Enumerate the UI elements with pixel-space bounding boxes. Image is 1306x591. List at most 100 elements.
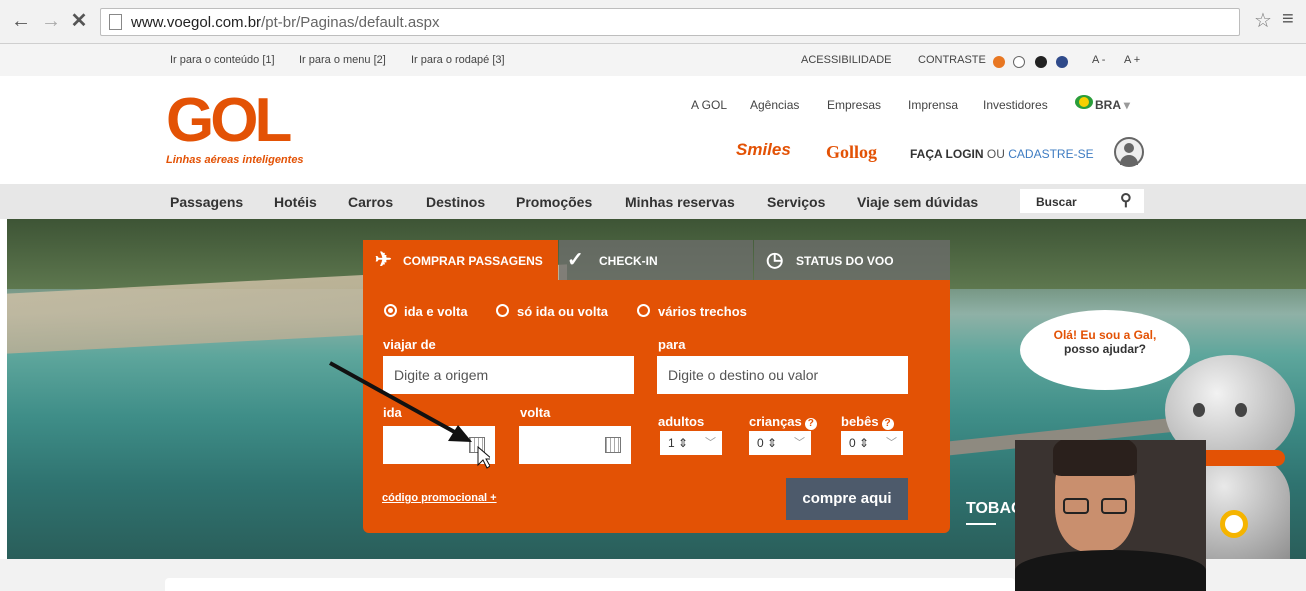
children-select[interactable]: 0 ⇕ ﹀ <box>749 431 811 455</box>
radio-varios-trechos[interactable] <box>637 304 650 317</box>
chevron-down-icon: ▾ <box>1120 98 1130 112</box>
country-selector[interactable]: BRA ▾ <box>1095 98 1130 112</box>
chevron-down-icon: ﹀ <box>886 437 897 449</box>
font-increase-button[interactable]: A + <box>1124 54 1140 66</box>
skip-to-content-link[interactable]: Ir para o conteúdo [1] <box>170 54 275 66</box>
children-label-wrap: crianças? <box>749 414 817 430</box>
adults-select[interactable]: 1 ⇕ ﹀ <box>660 431 722 455</box>
country-code: BRA <box>1095 98 1121 112</box>
user-avatar-icon[interactable] <box>1114 137 1144 167</box>
contrast-white-option[interactable] <box>1013 56 1025 68</box>
contrast-blue-option[interactable] <box>1056 56 1068 68</box>
presenter-shirt <box>1015 550 1206 591</box>
accessibility-bar: Ir para o conteúdo [1] Ir para o menu [2… <box>0 44 1306 76</box>
chatbot-greeting: Olá! Eu sou a Gal, <box>1053 328 1157 342</box>
or-text: OU <box>986 147 1005 161</box>
mascot-eye <box>1235 403 1247 417</box>
skip-to-footer-link[interactable]: Ir para o rodapé [3] <box>411 54 505 66</box>
help-icon[interactable]: ? <box>881 418 894 430</box>
trip-type-varios-trechos[interactable]: vários trechos <box>658 304 747 319</box>
menu-item-minhas-reservas[interactable]: Minhas reservas <box>625 194 735 210</box>
tab-status-do-voo[interactable]: ◷ STATUS DO VOO <box>754 240 950 280</box>
tab-comprar-passagens[interactable]: ✈ COMPRAR PASSAGENS <box>363 240 558 280</box>
login-link[interactable]: FAÇA LOGIN <box>910 147 984 161</box>
help-icon[interactable]: ? <box>804 418 817 430</box>
link-a-gol[interactable]: A GOL <box>691 98 727 112</box>
close-icon[interactable]: ✕ <box>68 10 90 32</box>
buy-button[interactable]: compre aqui <box>786 478 908 520</box>
tab-label: STATUS DO VOO <box>796 254 894 268</box>
airplane-icon: ✈ <box>375 249 392 271</box>
babies-select[interactable]: 0 ⇕ ﹀ <box>841 431 903 455</box>
glasses-right <box>1101 498 1127 514</box>
glasses-left <box>1063 498 1089 514</box>
back-icon[interactable]: ← <box>10 10 32 32</box>
menu-item-carros[interactable]: Carros <box>348 194 393 210</box>
calendar-icon[interactable] <box>605 437 621 453</box>
skip-to-menu-link[interactable]: Ir para o menu [2] <box>299 54 386 66</box>
browser-menu-icon[interactable]: ≡ <box>1282 8 1294 31</box>
link-investidores[interactable]: Investidores <box>983 98 1048 112</box>
tab-label: CHECK-IN <box>599 254 658 268</box>
bookmark-star-icon[interactable]: ☆ <box>1254 8 1272 33</box>
babies-label-wrap: bebês? <box>841 414 894 430</box>
menu-item-passagens[interactable]: Passagens <box>170 194 243 210</box>
radio-ida-e-volta[interactable] <box>384 304 397 317</box>
font-decrease-button[interactable]: A - <box>1092 54 1105 66</box>
chatbot-offer: posso ajudar? <box>1063 342 1146 356</box>
menu-item-viaje-sem-duvidas[interactable]: Viaje sem dúvidas <box>857 194 978 210</box>
contrast-label: CONTRASTE <box>918 54 986 66</box>
destination-label: para <box>658 337 686 352</box>
url-text: www.voegol.com.br/pt-br/Paginas/default.… <box>131 14 440 31</box>
menu-item-destinos[interactable]: Destinos <box>426 194 485 210</box>
return-date-input[interactable] <box>519 426 631 464</box>
browser-toolbar: ← → ✕ www.voegol.com.br/pt-br/Paginas/de… <box>0 0 1306 44</box>
search-input[interactable]: Buscar ⚲ <box>1020 189 1144 213</box>
trip-type-ida-e-volta[interactable]: ida e volta <box>404 304 468 319</box>
children-label: crianças <box>749 414 802 429</box>
check-circle-icon: ✓ <box>567 249 584 271</box>
link-empresas[interactable]: Empresas <box>827 98 881 112</box>
return-label: volta <box>520 405 551 420</box>
menu-item-servicos[interactable]: Serviços <box>767 194 825 210</box>
page-icon <box>109 14 122 30</box>
adults-value: 1 <box>668 436 675 450</box>
babies-value: 0 <box>849 436 856 450</box>
accessibility-link[interactable]: ACESSIBILIDADE <box>801 54 891 66</box>
logo-wordmark: GOL <box>166 86 292 155</box>
register-link[interactable]: CADASTRE-SE <box>1008 147 1093 161</box>
origin-label: viajar de <box>383 337 436 352</box>
address-bar[interactable]: www.voegol.com.br/pt-br/Paginas/default.… <box>100 8 1240 36</box>
mascot-eye <box>1193 403 1205 417</box>
contrast-black-option[interactable] <box>1035 56 1047 68</box>
babies-label: bebês <box>841 414 879 429</box>
tab-label: COMPRAR PASSAGENS <box>403 254 543 268</box>
search-icon[interactable]: ⚲ <box>1120 190 1132 210</box>
children-value: 0 <box>757 436 764 450</box>
search-label: Buscar <box>1036 195 1077 209</box>
gollog-link[interactable]: Gollog <box>826 142 877 163</box>
forward-icon[interactable]: → <box>40 10 62 32</box>
link-agencias[interactable]: Agências <box>750 98 799 112</box>
chevron-down-icon: ﹀ <box>794 437 805 449</box>
radio-so-ida-ou-volta[interactable] <box>496 304 509 317</box>
mascot-badge <box>1220 510 1248 538</box>
trip-type-so-ida-ou-volta[interactable]: só ida ou volta <box>517 304 608 319</box>
main-menu: Passagens Hotéis Carros Destinos Promoçõ… <box>0 184 1306 219</box>
destination-input[interactable]: Digite o destino ou valor <box>657 356 908 394</box>
link-imprensa[interactable]: Imprensa <box>908 98 958 112</box>
clock-icon: ◷ <box>766 249 784 271</box>
login-area: FAÇA LOGIN OU CADASTRE-SE <box>910 147 1094 161</box>
contrast-orange-option[interactable] <box>993 56 1005 68</box>
adults-label: adultos <box>658 414 705 429</box>
presenter-hair <box>1053 440 1137 476</box>
smiles-link[interactable]: Smiles <box>736 140 791 160</box>
gol-logo[interactable]: GOL Linhas aéreas inteligentes <box>166 90 316 170</box>
brazil-flag-icon <box>1075 95 1093 109</box>
logo-tagline: Linhas aéreas inteligentes <box>166 154 304 166</box>
tab-check-in[interactable]: ✓ CHECK-IN <box>559 240 753 280</box>
menu-item-promocoes[interactable]: Promoções <box>516 194 592 210</box>
menu-item-hoteis[interactable]: Hotéis <box>274 194 317 210</box>
promo-code-link[interactable]: código promocional + <box>382 492 497 504</box>
hero-destination-underline <box>966 523 996 525</box>
